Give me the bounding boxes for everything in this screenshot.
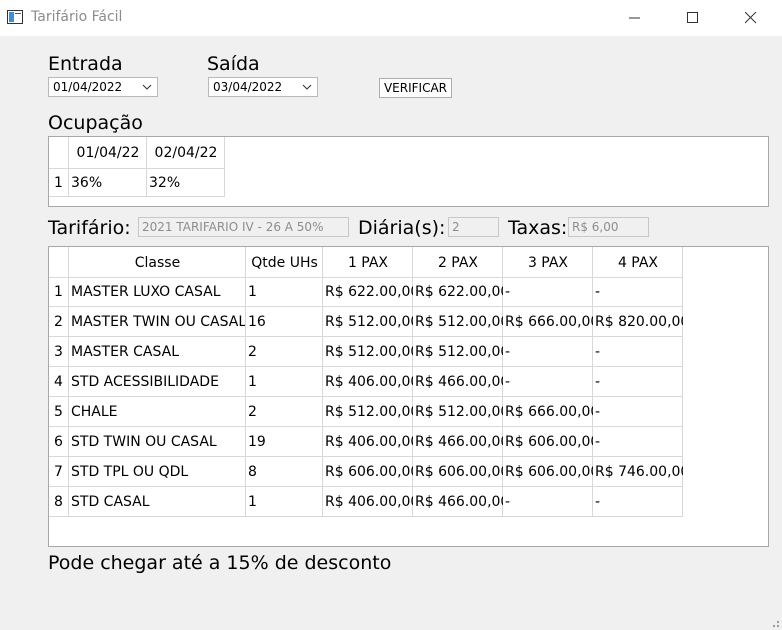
resize-grip-icon[interactable] [769, 617, 781, 629]
row-number: 4 [54, 374, 63, 390]
table-cell[interactable]: STD TPL OU QDL [71, 464, 245, 480]
table-cell[interactable]: - [595, 494, 683, 510]
saida-date-value: 03/04/2022 [213, 80, 283, 94]
window-title: Tarifário Fácil [31, 9, 123, 25]
ocupacao-cell[interactable]: 36% [71, 175, 147, 191]
table-cell[interactable]: R$ 820.00,00 [595, 314, 683, 330]
taxas-label: Taxas: [508, 217, 568, 239]
row-number: 3 [54, 344, 63, 360]
table-cell[interactable]: - [505, 494, 593, 510]
table-cell[interactable]: R$ 622.00,00 [415, 284, 503, 300]
table-cell[interactable]: - [505, 284, 593, 300]
desconto-message: Pode chegar até a 15% de desconto [48, 552, 392, 574]
row-number: 5 [54, 404, 63, 420]
table-cell[interactable]: R$ 606.00,00 [325, 464, 413, 480]
ocupacao-column-header: 02/04/22 [154, 145, 218, 161]
table-cell[interactable]: 2 [248, 404, 322, 420]
table-cell[interactable]: CHALE [71, 404, 245, 420]
table-cell[interactable]: R$ 406.00,00 [325, 434, 413, 450]
table-cell[interactable]: 19 [248, 434, 322, 450]
table-cell[interactable]: R$ 606.00,00 [415, 464, 503, 480]
table-cell[interactable]: R$ 746.00,00 [595, 464, 683, 480]
ocupacao-table: 01/04/22 02/04/22 1 36% 32% [48, 136, 769, 207]
tarifario-label: Tarifário: [48, 217, 131, 239]
entrada-date-value: 01/04/2022 [53, 80, 123, 94]
table-cell[interactable]: MASTER LUXO CASAL [71, 284, 245, 300]
app-icon [7, 10, 23, 24]
row-number: 1 [54, 284, 63, 300]
table-cell[interactable]: 8 [248, 464, 322, 480]
tarifario-field[interactable]: 2021 TARIFARIO IV - 26 A 50% [138, 217, 349, 237]
row-number: 7 [54, 464, 63, 480]
row-number: 8 [54, 494, 63, 510]
row-number: 1 [54, 175, 63, 191]
table-cell[interactable]: R$ 622.00,00 [325, 284, 413, 300]
column-header-1-pax: 1 PAX [347, 255, 389, 271]
table-cell[interactable]: STD TWIN OU CASAL [71, 434, 245, 450]
table-cell[interactable]: - [505, 374, 593, 390]
table-cell[interactable]: R$ 666.00,00 [505, 404, 593, 420]
row-number: 6 [54, 434, 63, 450]
tarifas-table: Classe Qtde UHs 1 PAX 2 PAX 3 PAX 4 PAX … [48, 246, 769, 547]
column-header-4-pax: 4 PAX [617, 255, 659, 271]
table-cell[interactable]: R$ 406.00,00 [325, 374, 413, 390]
title-bar: Tarifário Fácil [0, 0, 782, 36]
table-cell[interactable]: R$ 466.00,00 [415, 374, 503, 390]
row-number: 2 [54, 314, 63, 330]
table-cell[interactable]: R$ 666.00,00 [505, 314, 593, 330]
ocupacao-column-header: 01/04/22 [76, 145, 140, 161]
table-cell[interactable]: 2 [248, 344, 322, 360]
column-header-2-pax: 2 PAX [437, 255, 479, 271]
table-cell[interactable]: - [595, 434, 683, 450]
chevron-down-icon [302, 84, 312, 90]
ocupacao-cell[interactable]: 32% [149, 175, 225, 191]
table-cell[interactable]: R$ 466.00,00 [415, 494, 503, 510]
table-cell[interactable]: STD ACESSIBILIDADE [71, 374, 245, 390]
table-cell[interactable]: R$ 512.00,00 [325, 344, 413, 360]
column-header-qtde-uhs: Qtde UHs [251, 255, 318, 271]
table-cell[interactable]: R$ 512.00,00 [415, 344, 503, 360]
table-cell[interactable]: - [595, 344, 683, 360]
table-cell[interactable]: STD CASAL [71, 494, 245, 510]
table-cell[interactable]: R$ 606.00,00 [505, 434, 593, 450]
table-cell[interactable]: - [505, 344, 593, 360]
maximize-icon [687, 12, 698, 23]
minimize-button[interactable] [612, 0, 658, 36]
minimize-icon [629, 17, 640, 19]
table-cell[interactable]: - [595, 374, 683, 390]
table-cell[interactable]: 1 [248, 284, 322, 300]
table-cell[interactable]: MASTER TWIN OU CASAL [71, 314, 245, 330]
table-cell[interactable]: R$ 512.00,00 [415, 314, 503, 330]
table-cell[interactable]: R$ 512.00,00 [325, 404, 413, 420]
ocupacao-label: Ocupação [48, 112, 143, 134]
table-cell[interactable]: R$ 406.00,00 [325, 494, 413, 510]
table-cell[interactable]: 1 [248, 374, 322, 390]
table-cell[interactable]: R$ 512.00,00 [415, 404, 503, 420]
diarias-label: Diária(s): [358, 217, 446, 239]
table-cell[interactable]: 16 [248, 314, 322, 330]
entrada-label: Entrada [48, 53, 123, 75]
table-cell[interactable]: R$ 606.00,00 [505, 464, 593, 480]
table-cell[interactable]: 1 [248, 494, 322, 510]
chevron-down-icon [142, 84, 152, 90]
table-cell[interactable]: R$ 512.00,00 [325, 314, 413, 330]
saida-label: Saída [207, 53, 260, 75]
close-icon [745, 12, 757, 24]
saida-date-select[interactable]: 03/04/2022 [208, 77, 318, 97]
taxas-field[interactable]: R$ 6,00 [568, 217, 649, 237]
entrada-date-select[interactable]: 01/04/2022 [48, 77, 158, 97]
table-cell[interactable]: - [595, 404, 683, 420]
table-cell[interactable]: R$ 466.00,00 [415, 434, 503, 450]
table-cell[interactable]: MASTER CASAL [71, 344, 245, 360]
table-cell[interactable]: - [595, 284, 683, 300]
close-button[interactable] [728, 0, 774, 36]
column-header-classe: Classe [134, 255, 181, 271]
column-header-3-pax: 3 PAX [527, 255, 569, 271]
verificar-button[interactable]: VERIFICAR [379, 78, 452, 98]
maximize-button[interactable] [670, 0, 716, 36]
diarias-field[interactable]: 2 [448, 217, 499, 237]
